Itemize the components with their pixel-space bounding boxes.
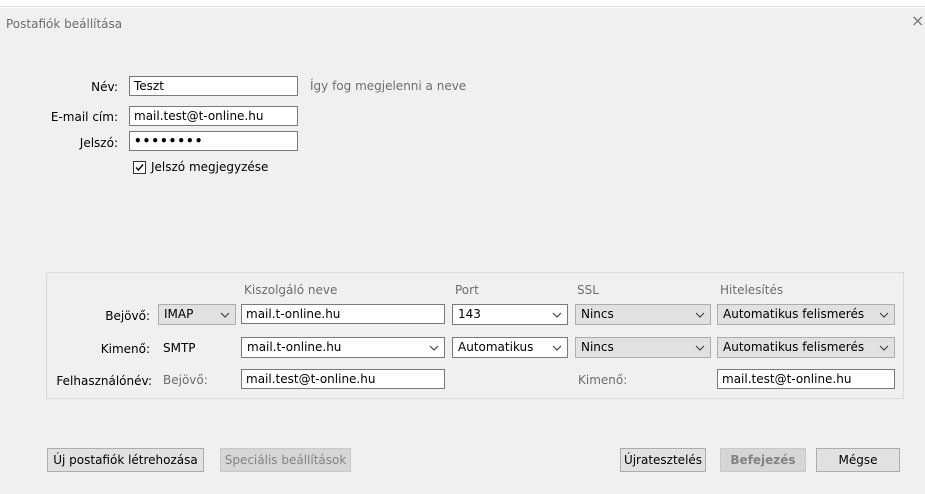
chevron-down-icon xyxy=(695,305,705,318)
chevron-down-icon xyxy=(695,338,705,351)
name-label-text: Név: xyxy=(91,80,118,94)
incoming-ssl-value: Nincs xyxy=(581,307,614,321)
chevron-down-icon xyxy=(552,305,562,318)
outgoing-hostname-value: mail.t-online.hu xyxy=(247,340,342,354)
email-label: E-mail cím: xyxy=(40,109,118,125)
column-ssl: SSL xyxy=(577,283,599,297)
username-label: Felhasználónév: xyxy=(56,374,152,388)
remember-password-checkbox[interactable] xyxy=(133,161,146,174)
outgoing-protocol: SMTP xyxy=(163,341,196,355)
dialog-title: Postafiók beállítása xyxy=(6,17,123,31)
username-incoming-input[interactable]: mail.test@t-online.hu xyxy=(241,369,445,389)
incoming-protocol-value: IMAP xyxy=(164,307,194,321)
incoming-port-combo[interactable]: 143 xyxy=(452,304,568,325)
checkmark-icon xyxy=(135,164,144,172)
incoming-label: Bejövő: xyxy=(105,309,150,323)
username-outgoing-label: Kimenő: xyxy=(578,373,628,387)
chevron-down-icon xyxy=(220,305,230,318)
outgoing-port-combo[interactable]: Automatikus xyxy=(452,337,568,358)
retest-button[interactable]: Újratesztelés xyxy=(620,448,706,472)
chevron-down-icon xyxy=(879,338,889,351)
name-input[interactable]: Teszt xyxy=(129,76,298,96)
column-hostname: Kiszolgáló neve xyxy=(244,283,338,297)
incoming-hostname-input[interactable]: mail.t-online.hu xyxy=(241,304,445,324)
chevron-down-icon xyxy=(552,338,562,351)
name-hint: Így fog megjelenni a neve xyxy=(310,79,467,93)
column-auth: Hitelesítés xyxy=(720,283,784,297)
column-port: Port xyxy=(455,283,479,297)
incoming-auth-value: Automatikus felismerés xyxy=(723,307,865,321)
remember-password-label: Jelszó megjegyzése xyxy=(151,160,269,174)
window-top-edge xyxy=(0,0,925,8)
chevron-down-icon xyxy=(429,338,439,351)
chevron-down-icon xyxy=(879,305,889,318)
email-label-text: E-mail cím: xyxy=(50,110,118,124)
outgoing-ssl-value: Nincs xyxy=(581,340,614,354)
done-button[interactable]: Befejezés xyxy=(720,448,806,472)
password-label: Jelszó: xyxy=(40,135,118,151)
password-label-text: Jelszó: xyxy=(79,136,118,150)
email-input[interactable]: mail.test@t-online.hu xyxy=(129,106,298,126)
incoming-auth-select[interactable]: Automatikus felismerés xyxy=(717,304,895,325)
incoming-port-value: 143 xyxy=(458,307,481,321)
outgoing-hostname-combo[interactable]: mail.t-online.hu xyxy=(241,337,445,358)
close-icon[interactable]: × xyxy=(911,13,924,29)
username-outgoing-input[interactable]: mail.test@t-online.hu xyxy=(717,369,895,389)
username-incoming-label: Bejövő: xyxy=(163,373,208,387)
new-account-button[interactable]: Új postafiók létrehozása xyxy=(47,448,204,472)
outgoing-port-value: Automatikus xyxy=(458,340,534,354)
outgoing-auth-value: Automatikus felismerés xyxy=(723,340,865,354)
name-label: Név: xyxy=(40,79,118,95)
incoming-ssl-select[interactable]: Nincs xyxy=(575,304,711,325)
outgoing-label: Kimenő: xyxy=(100,342,150,356)
password-input[interactable]: •••••••• xyxy=(129,131,298,151)
incoming-protocol-select[interactable]: IMAP xyxy=(158,304,236,325)
outgoing-auth-select[interactable]: Automatikus felismerés xyxy=(717,337,895,358)
advanced-settings-button[interactable]: Speciális beállítások xyxy=(220,448,351,472)
cancel-button[interactable]: Mégse xyxy=(816,448,900,472)
outgoing-ssl-select[interactable]: Nincs xyxy=(575,337,711,358)
